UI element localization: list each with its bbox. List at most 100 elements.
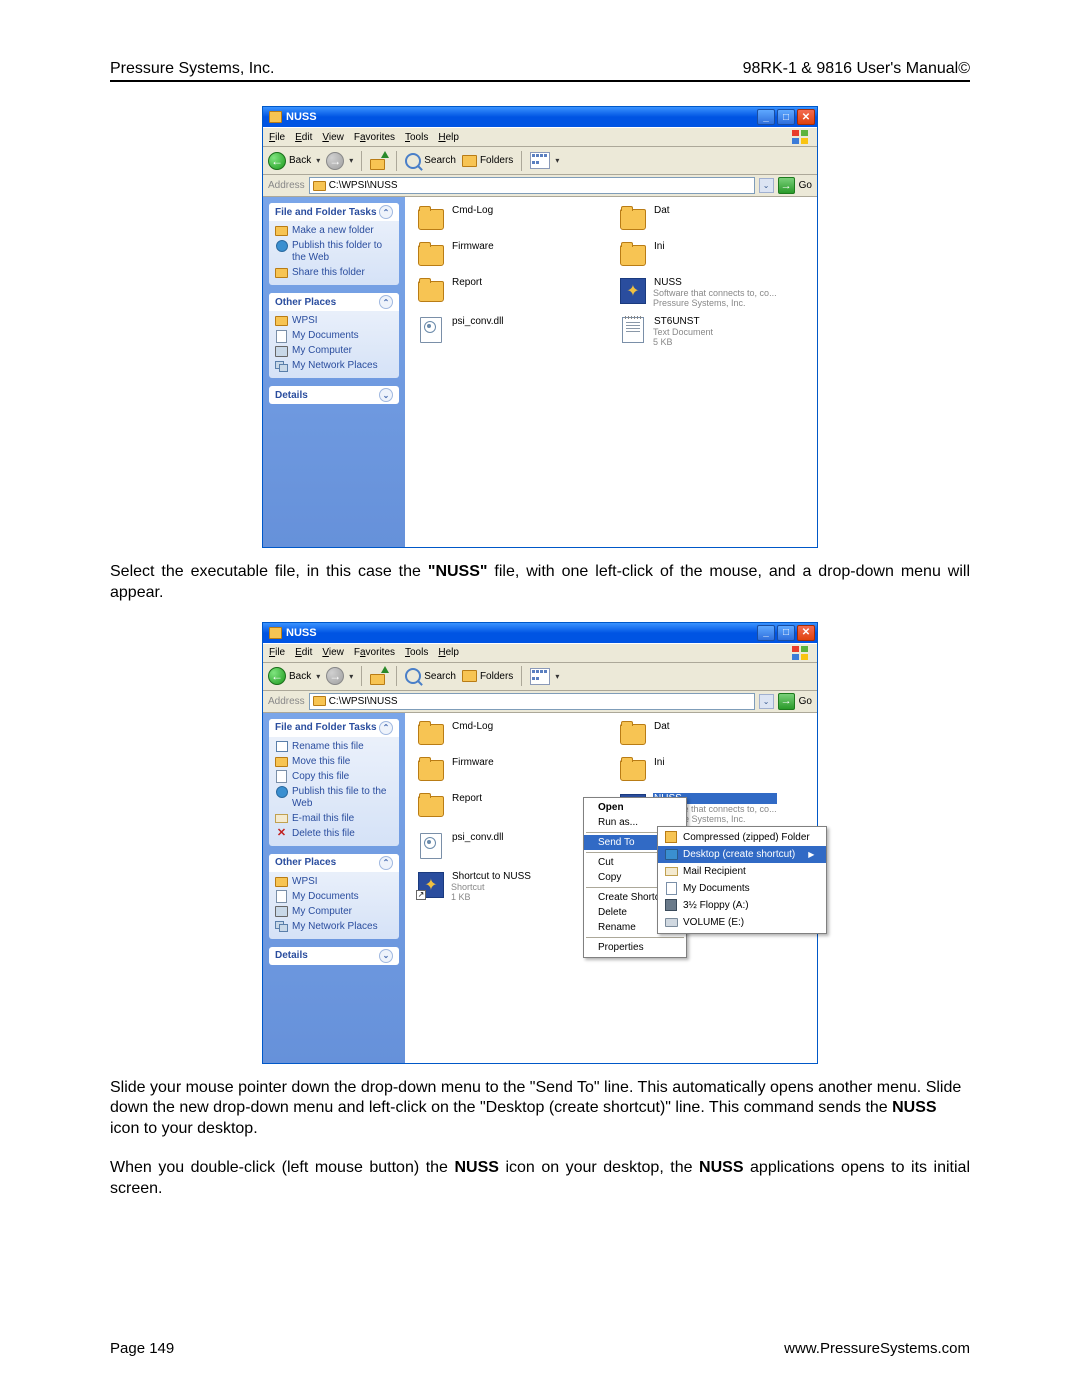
minimize-button[interactable]: _ — [757, 109, 775, 125]
back-button[interactable]: ←Back▾ — [268, 667, 320, 685]
task-link[interactable]: Share this folder — [275, 267, 393, 279]
panel-header[interactable]: File and Folder Tasks⌃ — [269, 719, 399, 737]
file-item[interactable]: psi_conv.dll — [415, 830, 609, 865]
panel-header[interactable]: Details⌄ — [269, 947, 399, 965]
sendto-item[interactable]: Compressed (zipped) Folder — [658, 829, 826, 846]
sendto-item[interactable]: Mail Recipient — [658, 863, 826, 880]
panel-header[interactable]: Other Places⌃ — [269, 293, 399, 311]
task-link[interactable]: WPSI — [275, 315, 393, 327]
chevron-icon[interactable]: ⌃ — [379, 856, 393, 870]
close-button[interactable]: ✕ — [797, 625, 815, 641]
menu-file[interactable]: File — [269, 647, 285, 658]
task-panel: File and Folder Tasks⌃ Rename this file Mo… — [269, 719, 399, 846]
back-button[interactable]: ←Back▾ — [268, 152, 320, 170]
task-link[interactable]: Rename this file — [275, 741, 393, 753]
task-link[interactable]: My Computer — [275, 906, 393, 918]
task-link[interactable]: Copy this file — [275, 771, 393, 783]
file-item[interactable]: Report — [415, 275, 609, 310]
menu-tools[interactable]: Tools — [405, 647, 428, 658]
file-item[interactable]: Cmd-Log — [415, 719, 609, 751]
folders-button[interactable]: Folders — [462, 670, 513, 682]
search-button[interactable]: Search — [405, 668, 456, 684]
chevron-icon[interactable]: ⌄ — [379, 388, 393, 402]
folder-icon — [619, 241, 647, 269]
file-list: Cmd-LogDatFirmwareIniReport✦NUSSSoftware… — [405, 197, 817, 547]
close-button[interactable]: ✕ — [797, 109, 815, 125]
file-item[interactable]: Firmware — [415, 239, 609, 271]
file-item[interactable]: ST6UNSTText Document5 KB — [617, 314, 811, 349]
sendto-item[interactable]: My Documents — [658, 880, 826, 897]
task-link[interactable]: Make a new folder — [275, 225, 393, 237]
address-bar: Address C:\WPSI\NUSS ⌄ → Go — [263, 175, 817, 197]
search-button[interactable]: Search — [405, 153, 456, 169]
chevron-icon[interactable]: ⌃ — [379, 295, 393, 309]
up-button[interactable] — [370, 667, 388, 685]
panel-header[interactable]: Details⌄ — [269, 386, 399, 404]
text-file-icon — [619, 316, 647, 344]
sendto-item[interactable]: 3½ Floppy (A:) — [658, 897, 826, 914]
file-item[interactable]: ✦NUSSSoftware that connects to, co...Pre… — [617, 275, 811, 310]
panel-header[interactable]: Other Places⌃ — [269, 854, 399, 872]
views-button[interactable]: ▾ — [530, 668, 559, 685]
task-link[interactable]: My Documents — [275, 330, 393, 342]
forward-button[interactable]: →▾ — [326, 152, 353, 170]
task-link[interactable]: My Computer — [275, 345, 393, 357]
chevron-icon[interactable]: ⌃ — [379, 721, 393, 735]
task-link[interactable]: Publish this file to the Web — [275, 786, 393, 810]
folder-icon — [269, 111, 282, 123]
context-menu-item[interactable]: Properties — [584, 940, 686, 955]
address-path: C:\WPSI\NUSS — [329, 180, 398, 191]
address-field[interactable]: C:\WPSI\NUSS — [309, 177, 755, 194]
file-item[interactable]: Firmware — [415, 755, 609, 787]
sendto-item[interactable]: Desktop (create shortcut) — [658, 846, 826, 863]
menu-edit[interactable]: Edit — [295, 647, 312, 658]
task-link[interactable]: Publish this folder to the Web — [275, 240, 393, 264]
maximize-button[interactable]: □ — [777, 625, 795, 641]
address-field[interactable]: C:\WPSI\NUSS — [309, 693, 755, 710]
menu-favorites[interactable]: Favorites — [354, 132, 395, 143]
file-item[interactable]: Dat — [617, 719, 811, 751]
menu-view[interactable]: View — [322, 132, 344, 143]
file-item[interactable]: Cmd-Log — [415, 203, 609, 235]
titlebar[interactable]: NUSS _ □ ✕ — [263, 623, 817, 643]
go-button[interactable]: → — [778, 177, 795, 194]
task-link[interactable]: E-mail this file — [275, 813, 393, 825]
menu-help[interactable]: Help — [438, 132, 459, 143]
panel-header[interactable]: File and Folder Tasks⌃ — [269, 203, 399, 221]
address-dropdown[interactable]: ⌄ — [759, 178, 774, 193]
task-link[interactable]: ✕Delete this file — [275, 828, 393, 840]
views-button[interactable]: ▾ — [530, 152, 559, 169]
file-item[interactable]: Dat — [617, 203, 811, 235]
address-dropdown[interactable]: ⌄ — [759, 694, 774, 709]
menu-edit[interactable]: Edit — [295, 132, 312, 143]
application-icon: ✦ — [619, 277, 647, 305]
task-link[interactable]: WPSI — [275, 876, 393, 888]
menu-tools[interactable]: Tools — [405, 132, 428, 143]
chevron-icon[interactable]: ⌃ — [379, 205, 393, 219]
menu-file[interactable]: File — [269, 132, 285, 143]
up-button[interactable] — [370, 152, 388, 170]
menu-favorites[interactable]: Favorites — [354, 647, 395, 658]
chevron-icon[interactable]: ⌄ — [379, 949, 393, 963]
file-item[interactable]: ✦↗Shortcut to NUSSShortcut1 KB — [415, 869, 609, 904]
file-item[interactable]: Report — [415, 791, 609, 826]
task-link[interactable]: My Network Places — [275, 921, 393, 933]
file-item[interactable]: Ini — [617, 755, 811, 787]
menu-help[interactable]: Help — [438, 647, 459, 658]
maximize-button[interactable]: □ — [777, 109, 795, 125]
file-item[interactable]: Ini — [617, 239, 811, 271]
minimize-button[interactable]: _ — [757, 625, 775, 641]
menu-view[interactable]: View — [322, 647, 344, 658]
folders-button[interactable]: Folders — [462, 155, 513, 167]
task-link[interactable]: My Network Places — [275, 360, 393, 372]
paragraph-3: When you double-click (left mouse button… — [110, 1158, 970, 1200]
file-item[interactable]: psi_conv.dll — [415, 314, 609, 349]
sendto-item[interactable]: VOLUME (E:) — [658, 914, 826, 931]
forward-button[interactable]: →▾ — [326, 667, 353, 685]
go-button[interactable]: → — [778, 693, 795, 710]
context-menu-item[interactable]: Open — [584, 800, 686, 815]
titlebar[interactable]: NUSS _ □ ✕ — [263, 107, 817, 127]
task-link[interactable]: Move this file — [275, 756, 393, 768]
sendto-submenu[interactable]: Compressed (zipped) FolderDesktop (creat… — [657, 826, 827, 934]
task-link[interactable]: My Documents — [275, 891, 393, 903]
